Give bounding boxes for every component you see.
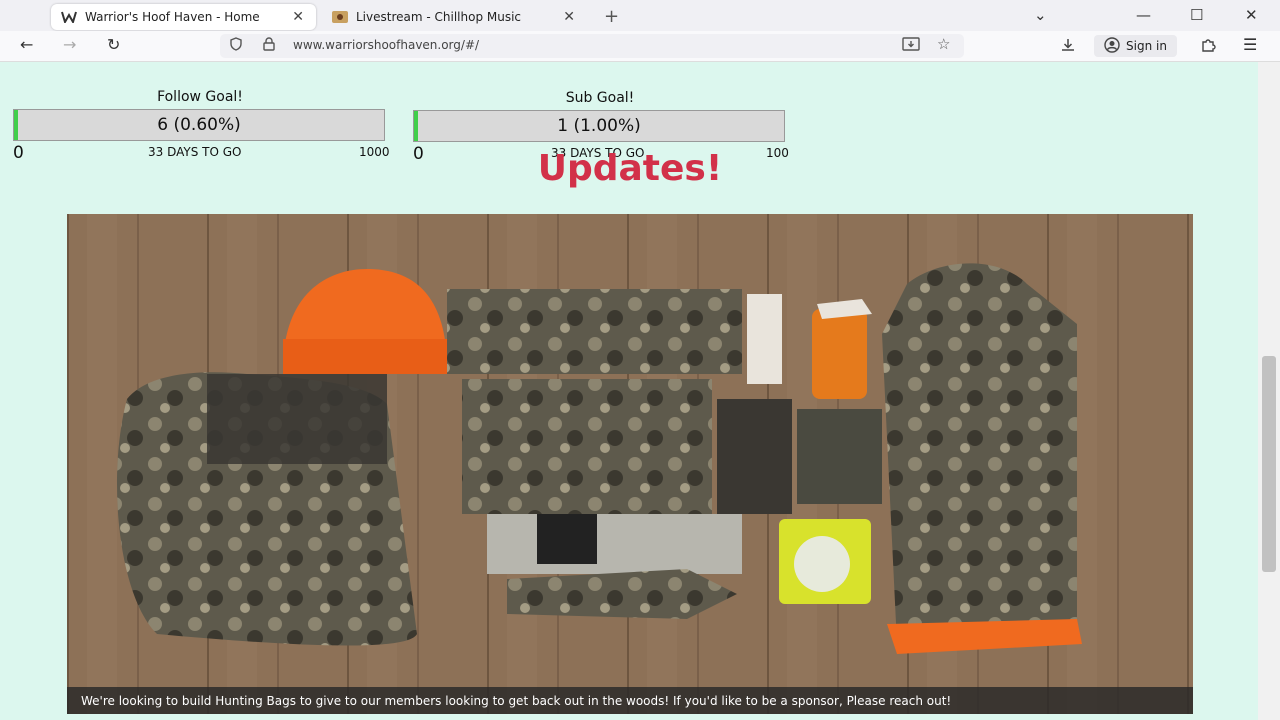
follow-goal-days-left: 33 DAYS TO GO	[148, 145, 242, 159]
sub-goal-value: 1 (1.00%)	[557, 116, 641, 136]
reader-view-icon[interactable]	[902, 37, 920, 55]
maximize-icon[interactable]: ☐	[1190, 6, 1203, 24]
url-text: www.warriorshoofhaven.org/#/	[293, 38, 480, 52]
minimize-icon[interactable]: —	[1136, 6, 1151, 24]
sub-goal-min: 0	[413, 144, 424, 164]
follow-goal-max: 1000	[359, 145, 390, 159]
close-tab-icon[interactable]: ✕	[563, 9, 575, 25]
scrollbar-thumb[interactable]	[1262, 356, 1276, 572]
sign-in-button[interactable]: Sign in	[1094, 35, 1177, 57]
browser-tab-bar: Warrior's Hoof Haven - Home ✕ Livestream…	[0, 0, 1280, 31]
window-close-icon[interactable]: ✕	[1245, 6, 1258, 24]
updates-heading: Updates!	[537, 148, 723, 189]
hunting-bag-photo: We're looking to build Hunting Bags to g…	[67, 214, 1193, 714]
forward-icon[interactable]: →	[63, 35, 76, 54]
follow-goal-title: Follow Goal!	[157, 89, 243, 105]
account-icon	[1104, 36, 1120, 56]
follow-goal-progress-bar: 6 (0.60%)	[13, 109, 385, 141]
sub-goal-progress-bar: 1 (1.00%)	[413, 110, 785, 142]
extensions-icon[interactable]	[1200, 37, 1216, 57]
photo-caption: We're looking to build Hunting Bags to g…	[67, 687, 1193, 714]
back-icon[interactable]: ←	[20, 35, 33, 54]
bookmark-star-icon[interactable]: ☆	[937, 35, 950, 53]
sub-goal-title: Sub Goal!	[565, 90, 635, 106]
hunting-gear-illustration	[67, 214, 1193, 714]
page-scrollbar[interactable]	[1258, 62, 1280, 720]
chillhop-icon	[332, 10, 348, 24]
tab-title: Warrior's Hoof Haven - Home	[85, 10, 260, 24]
lock-icon[interactable]	[263, 37, 275, 55]
new-tab-button[interactable]: +	[604, 6, 619, 27]
reload-icon[interactable]: ↻	[107, 35, 120, 54]
address-bar[interactable]: www.warriorshoofhaven.org/#/ ☆	[220, 34, 964, 58]
w-logo-icon	[61, 10, 77, 24]
tab-warriors-hoof-haven[interactable]: Warrior's Hoof Haven - Home ✕	[51, 4, 316, 30]
downloads-icon[interactable]	[1060, 37, 1076, 57]
follow-goal-value: 6 (0.60%)	[157, 115, 241, 135]
shield-icon[interactable]	[229, 37, 243, 55]
tab-chillhop[interactable]: Livestream - Chillhop Music ✕	[322, 4, 587, 30]
follow-goal-min: 0	[13, 143, 24, 163]
tab-title: Livestream - Chillhop Music	[356, 10, 522, 24]
close-tab-icon[interactable]: ✕	[292, 9, 304, 25]
menu-icon[interactable]: ☰	[1243, 35, 1257, 54]
page-content: Follow Goal! 6 (0.60%) 0 33 DAYS TO GO 1…	[0, 62, 1258, 720]
browser-nav-bar: ← → ↻ www.warriorshoofhaven.org/#/ ☆ Sig…	[0, 31, 1280, 62]
tab-list-chevron-icon[interactable]: ⌄	[1034, 6, 1047, 24]
sign-in-label: Sign in	[1126, 39, 1167, 53]
